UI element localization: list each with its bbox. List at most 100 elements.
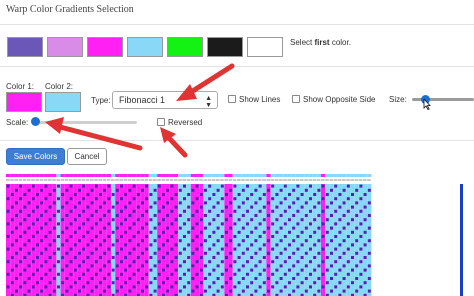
weave-float <box>237 243 241 247</box>
weave-float <box>187 205 191 209</box>
weave-float <box>115 289 119 293</box>
warp-color-strip <box>144 174 149 177</box>
weave-float <box>267 214 270 217</box>
weave-float <box>78 188 81 192</box>
warp-thread <box>69 184 74 296</box>
weave-float <box>292 251 296 255</box>
warp-ruler-tick <box>207 179 212 181</box>
weave-float <box>233 260 237 264</box>
weave-float <box>254 226 258 230</box>
weave-float <box>65 289 69 293</box>
weave-float <box>351 218 354 222</box>
warp-ruler-tick <box>316 179 321 181</box>
weave-float <box>283 209 287 213</box>
weave-float <box>10 230 14 234</box>
color2-preview[interactable] <box>45 92 81 112</box>
weave-float <box>296 209 300 213</box>
weave-float <box>178 239 182 243</box>
weave-float <box>300 281 304 285</box>
weave-float <box>183 272 186 276</box>
weave-float <box>136 243 140 247</box>
weave-float <box>241 277 245 280</box>
weave-float <box>90 277 94 280</box>
weave-float <box>136 218 140 222</box>
weave-float <box>334 285 338 289</box>
warp-thread <box>111 184 116 296</box>
weave-float <box>69 272 73 276</box>
weave-float <box>300 268 304 272</box>
weave-float <box>187 218 191 222</box>
weave-float <box>191 226 195 230</box>
weave-float <box>6 222 10 226</box>
weave-float <box>90 201 94 205</box>
weave-float <box>191 188 195 192</box>
color-swatch-violet[interactable] <box>47 37 83 57</box>
weave-float <box>351 230 354 234</box>
scale-slider-track[interactable] <box>34 121 137 124</box>
weave-float <box>279 188 283 192</box>
weave-float <box>157 235 161 238</box>
reversed-checkbox[interactable] <box>157 118 165 126</box>
weave-float <box>57 197 60 201</box>
weave-float <box>204 188 207 192</box>
color-swatch-black[interactable] <box>207 37 243 57</box>
weave-float <box>250 205 254 209</box>
weave-float <box>288 268 291 272</box>
color-swatch-magenta[interactable] <box>87 37 123 57</box>
color-swatch-green[interactable] <box>167 37 203 57</box>
color1-label: Color 1: <box>6 82 35 91</box>
warp-ruler-tick <box>199 179 203 181</box>
weave-float <box>254 251 258 255</box>
weave-float <box>145 184 149 188</box>
show-lines-checkbox[interactable] <box>228 95 236 103</box>
weave-float <box>27 251 31 255</box>
color2-label: Color 2: <box>45 82 74 91</box>
weave-float <box>216 251 220 255</box>
weave-float <box>355 289 359 293</box>
warp-color-strip <box>325 174 330 177</box>
weave-float <box>170 184 174 188</box>
scale-slider-thumb[interactable] <box>31 117 40 126</box>
weave-float <box>317 214 321 217</box>
weave-float <box>23 256 27 259</box>
weave-float <box>313 268 317 272</box>
cancel-button[interactable]: Cancel <box>67 148 107 165</box>
weave-float <box>141 277 144 280</box>
weave-float <box>241 201 245 205</box>
weave-float <box>367 264 371 268</box>
type-select[interactable]: Fibonacci 1 ▲ ▼ <box>112 91 218 109</box>
color-swatch-purple[interactable] <box>7 37 43 57</box>
weave-float <box>99 193 102 196</box>
instruction-prefix: Select <box>290 38 315 47</box>
instruction-suffix: color. <box>329 38 351 47</box>
weave-float <box>325 268 329 272</box>
weave-float <box>124 193 128 196</box>
weave-float <box>220 197 224 201</box>
weave-float <box>90 251 94 255</box>
warp-color-strip <box>148 174 153 177</box>
weave-float <box>170 285 174 289</box>
weave-float <box>94 235 98 238</box>
weave-float <box>250 256 254 259</box>
weave-float <box>283 272 287 276</box>
weave-float <box>78 226 81 230</box>
color-swatch-light-blue[interactable] <box>127 37 163 57</box>
save-colors-button[interactable]: Save Colors <box>6 148 65 165</box>
warp-thread <box>119 184 124 296</box>
warp-color-strip <box>52 174 57 177</box>
weave-float <box>136 205 140 209</box>
weave-float <box>149 193 153 196</box>
weave-float <box>216 201 220 205</box>
weave-float <box>208 184 212 188</box>
color-swatch-white[interactable] <box>247 37 283 57</box>
warp-thread <box>85 184 90 296</box>
weave-float <box>48 281 52 285</box>
weave-float <box>246 260 249 264</box>
weave-float <box>292 239 296 243</box>
weave-float <box>262 205 266 209</box>
warp-color-strip <box>321 174 326 177</box>
weave-float <box>107 285 111 289</box>
color1-preview[interactable] <box>6 92 42 112</box>
warp-ruler-tick <box>195 179 199 181</box>
show-opposite-checkbox[interactable] <box>292 95 300 103</box>
